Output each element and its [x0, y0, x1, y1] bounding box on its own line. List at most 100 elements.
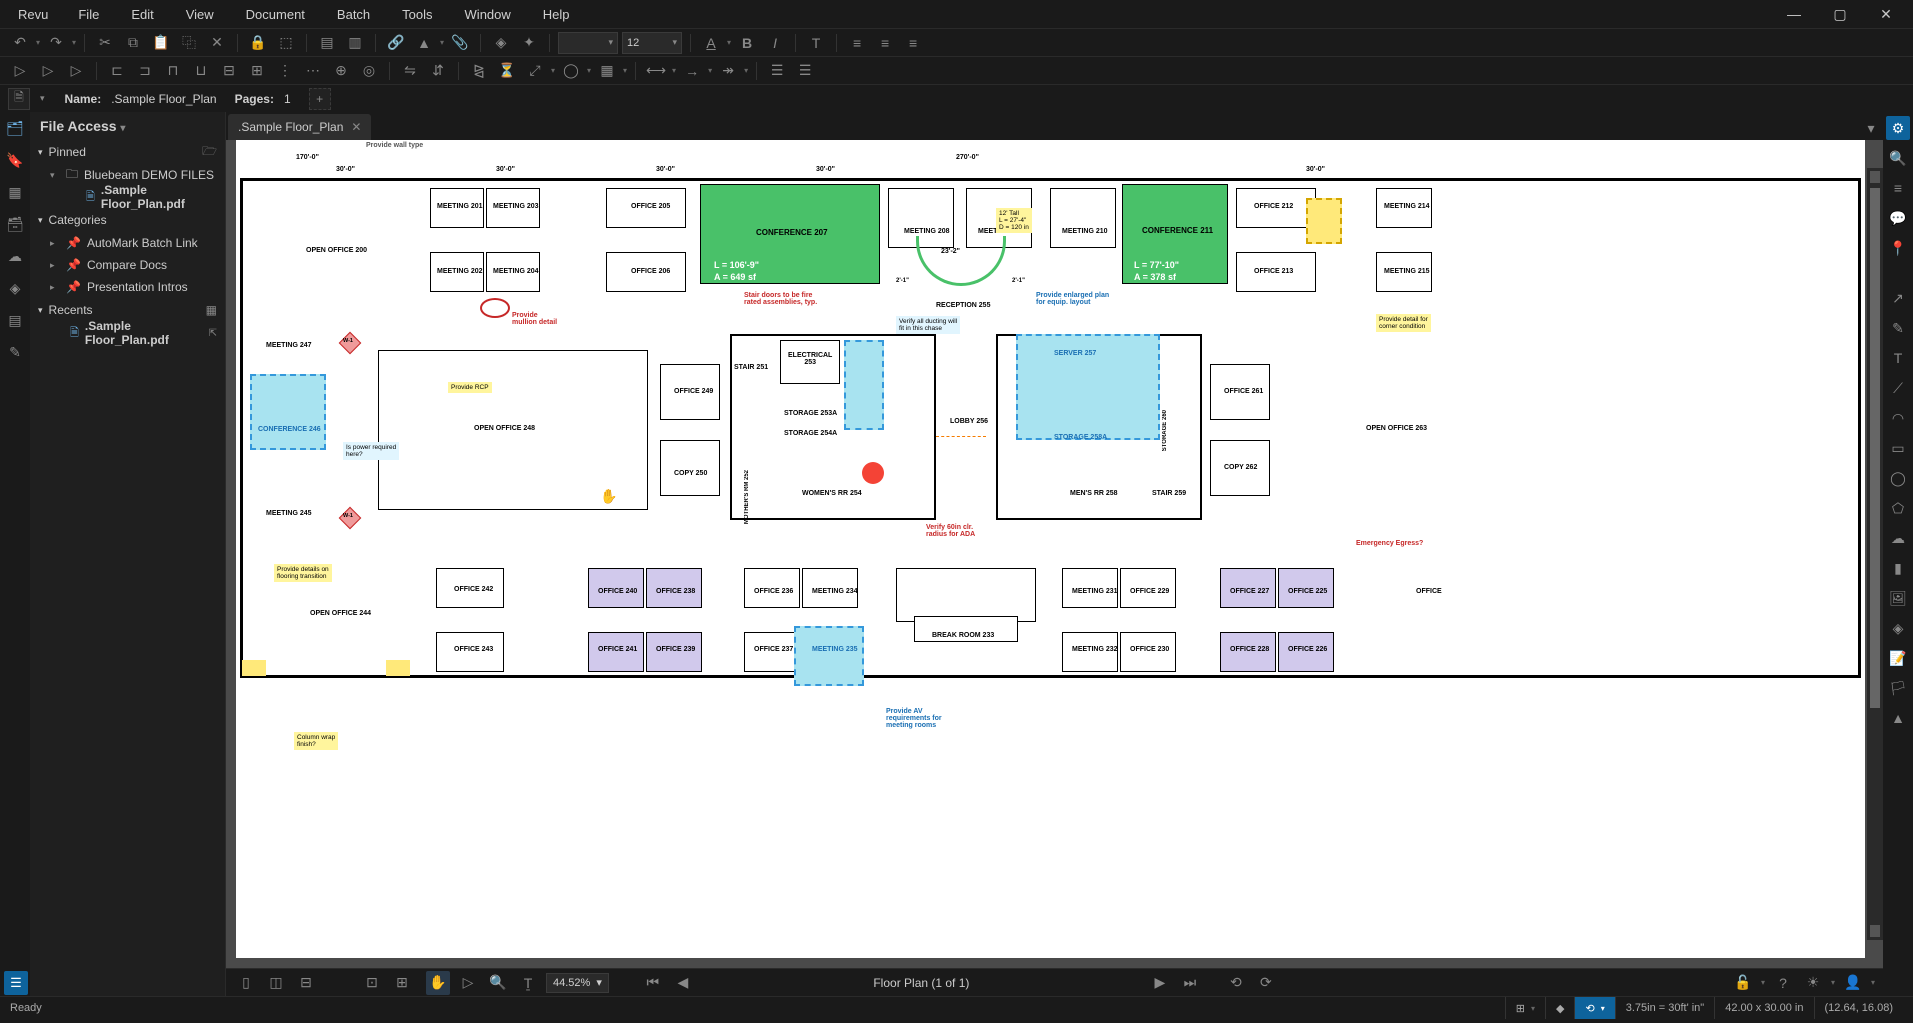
pan-tool[interactable]: ✋ [426, 971, 450, 995]
search-tab-icon[interactable]: 🔍 [1886, 146, 1910, 170]
split-vertical-button[interactable]: ◫ [264, 971, 288, 995]
bold-button[interactable]: B [735, 31, 759, 55]
highlight-tool-icon[interactable]: ▮ [1886, 556, 1910, 580]
split-horizontal-button[interactable]: ⊟ [294, 971, 318, 995]
arc-tool-icon[interactable]: ◠ [1886, 406, 1910, 430]
next-page-button[interactable]: ▶ [1148, 971, 1172, 995]
checklist-light-icon[interactable]: ☰ [793, 59, 817, 83]
timer-icon[interactable]: ⏳ [495, 59, 519, 83]
mirror-button[interactable]: ⧎ [467, 59, 491, 83]
font-size-combo[interactable]: 12▾ [622, 32, 682, 54]
snap-markup-button[interactable]: ✦ [517, 31, 541, 55]
snap-icon[interactable]: ◆ [1556, 1002, 1564, 1015]
prev-page-button[interactable]: ◀ [671, 971, 695, 995]
flip-h-button[interactable]: ⇋ [398, 59, 422, 83]
bookmarks-tab-icon[interactable]: 🔖 [3, 148, 27, 172]
studio-tab-icon[interactable]: ☁ [3, 244, 27, 268]
tab-overflow-button[interactable]: ▾ [1859, 116, 1883, 140]
redo-button[interactable]: ↷ [44, 31, 68, 55]
menu-view[interactable]: View [170, 7, 230, 22]
tab-close-icon[interactable]: ✕ [351, 120, 361, 134]
arrow-tool-icon[interactable]: ↗ [1886, 286, 1910, 310]
paste-button[interactable]: 📋 [149, 31, 173, 55]
text-orientation-button[interactable]: T [804, 31, 828, 55]
category-automark[interactable]: ▸📌AutoMark Batch Link [30, 232, 225, 254]
copy-button[interactable]: ⧉ [121, 31, 145, 55]
flatten-button[interactable]: ▤ [315, 31, 339, 55]
polygon-tool-icon[interactable]: ⬠ [1886, 496, 1910, 520]
italic-button[interactable]: I [763, 31, 787, 55]
places-tab-icon[interactable]: 📍 [1886, 236, 1910, 260]
multi-select-tool[interactable]: ▷ [64, 59, 88, 83]
first-page-button[interactable]: ⏮ [641, 971, 665, 995]
document-canvas[interactable]: Provide wall type 170'-0" 30'-0" 30'-0" … [226, 140, 1883, 968]
flag-tool-icon[interactable]: 🏳 [1886, 676, 1910, 700]
target-button[interactable]: ◎ [357, 59, 381, 83]
size-button[interactable]: ⤢ [523, 59, 547, 83]
align-obj-hcenter[interactable]: ⊟ [217, 59, 241, 83]
ellipse-tool-icon[interactable]: ◯ [1886, 466, 1910, 490]
cut-button[interactable]: ✂ [93, 31, 117, 55]
measure-tab-icon[interactable]: ≡ [1886, 176, 1910, 200]
distribute-h[interactable]: ⋮ [273, 59, 297, 83]
arrowhead-tool[interactable]: ↠ [716, 59, 740, 83]
forward-view-button[interactable]: ⟳ [1254, 971, 1278, 995]
close-button[interactable]: ✕ [1863, 0, 1909, 28]
stamp-button[interactable]: ▲ [412, 31, 436, 55]
grid-icon[interactable]: ⊞ [1516, 1002, 1525, 1015]
menu-window[interactable]: Window [449, 7, 527, 22]
thumbnails-tab-icon[interactable]: ▦ [3, 180, 27, 204]
document-tab[interactable]: .Sample Floor_Plan ✕ [228, 114, 371, 140]
select-cursor-tool[interactable]: ▷ [456, 971, 480, 995]
sync-icon[interactable]: ⟲ [1585, 1002, 1594, 1015]
distribute-v[interactable]: ⋯ [301, 59, 325, 83]
text-tool-icon[interactable]: T [1886, 346, 1910, 370]
attach-button[interactable]: 📎 [448, 31, 472, 55]
align-obj-top[interactable]: ⊓ [161, 59, 185, 83]
note-tool-icon[interactable]: 📝 [1886, 646, 1910, 670]
layers-tab-icon[interactable]: ◈ [3, 276, 27, 300]
links-tab-icon[interactable]: 💬 [1886, 206, 1910, 230]
unflatten-button[interactable]: ▥ [343, 31, 367, 55]
flip-v-button[interactable]: ⇵ [426, 59, 450, 83]
single-page-button[interactable]: ▯ [234, 971, 258, 995]
zoom-combo[interactable]: 44.52%▾ [546, 973, 609, 993]
arrow-tool[interactable]: ⟷ [644, 59, 668, 83]
rect-tool-icon[interactable]: ▭ [1886, 436, 1910, 460]
center-button[interactable]: ⊕ [329, 59, 353, 83]
rotate-button[interactable]: ◯ [559, 59, 583, 83]
select-tool[interactable]: ▷ [8, 59, 32, 83]
fit-page-button[interactable]: ⊡ [360, 971, 384, 995]
zoom-tool[interactable]: 🔍 [486, 971, 510, 995]
open-external-icon[interactable]: ⇱ [209, 328, 217, 339]
menu-batch[interactable]: Batch [321, 7, 386, 22]
paste-in-place-button[interactable]: ⿻ [177, 31, 201, 55]
hyperlink-button[interactable]: 🔗 [384, 31, 408, 55]
menu-help[interactable]: Help [527, 7, 586, 22]
font-family-combo[interactable]: ▾ [558, 32, 618, 54]
align-left-button[interactable]: ≡ [845, 31, 869, 55]
pinned-section[interactable]: ▾Pinned 🗁 [30, 140, 225, 164]
signatures-tab-icon[interactable]: ✎ [3, 340, 27, 364]
menu-edit[interactable]: Edit [115, 7, 169, 22]
help-button[interactable]: ? [1771, 971, 1795, 995]
align-obj-bottom[interactable]: ⊔ [189, 59, 213, 83]
lock-button[interactable]: 🔒 [246, 31, 270, 55]
sets-tab-icon[interactable]: 🗃 [3, 212, 27, 236]
align-right-button[interactable]: ≡ [901, 31, 925, 55]
categories-section[interactable]: ▾Categories [30, 208, 225, 232]
text-select-tool[interactable]: Ṯ [516, 971, 540, 995]
font-color-button[interactable]: A [699, 31, 723, 55]
stamp-tool-icon[interactable]: ▲ [1886, 706, 1910, 730]
group-button[interactable]: ⬚ [274, 31, 298, 55]
calendar-icon[interactable]: ▦ [206, 303, 217, 317]
pinned-file[interactable]: 🗎.Sample Floor_Plan.pdf [30, 186, 225, 208]
image-tool-icon[interactable]: 🖼 [1886, 586, 1910, 610]
back-view-button[interactable]: ⟲ [1224, 971, 1248, 995]
scale-value[interactable]: 3.75in = 30ft' in" [1615, 997, 1714, 1019]
pen-tool-icon[interactable]: ✎ [1886, 316, 1910, 340]
page-thumb-button[interactable]: 🗎 [8, 88, 30, 110]
delete-button[interactable]: ✕ [205, 31, 229, 55]
menu-tools[interactable]: Tools [386, 7, 448, 22]
menu-file[interactable]: File [62, 7, 115, 22]
